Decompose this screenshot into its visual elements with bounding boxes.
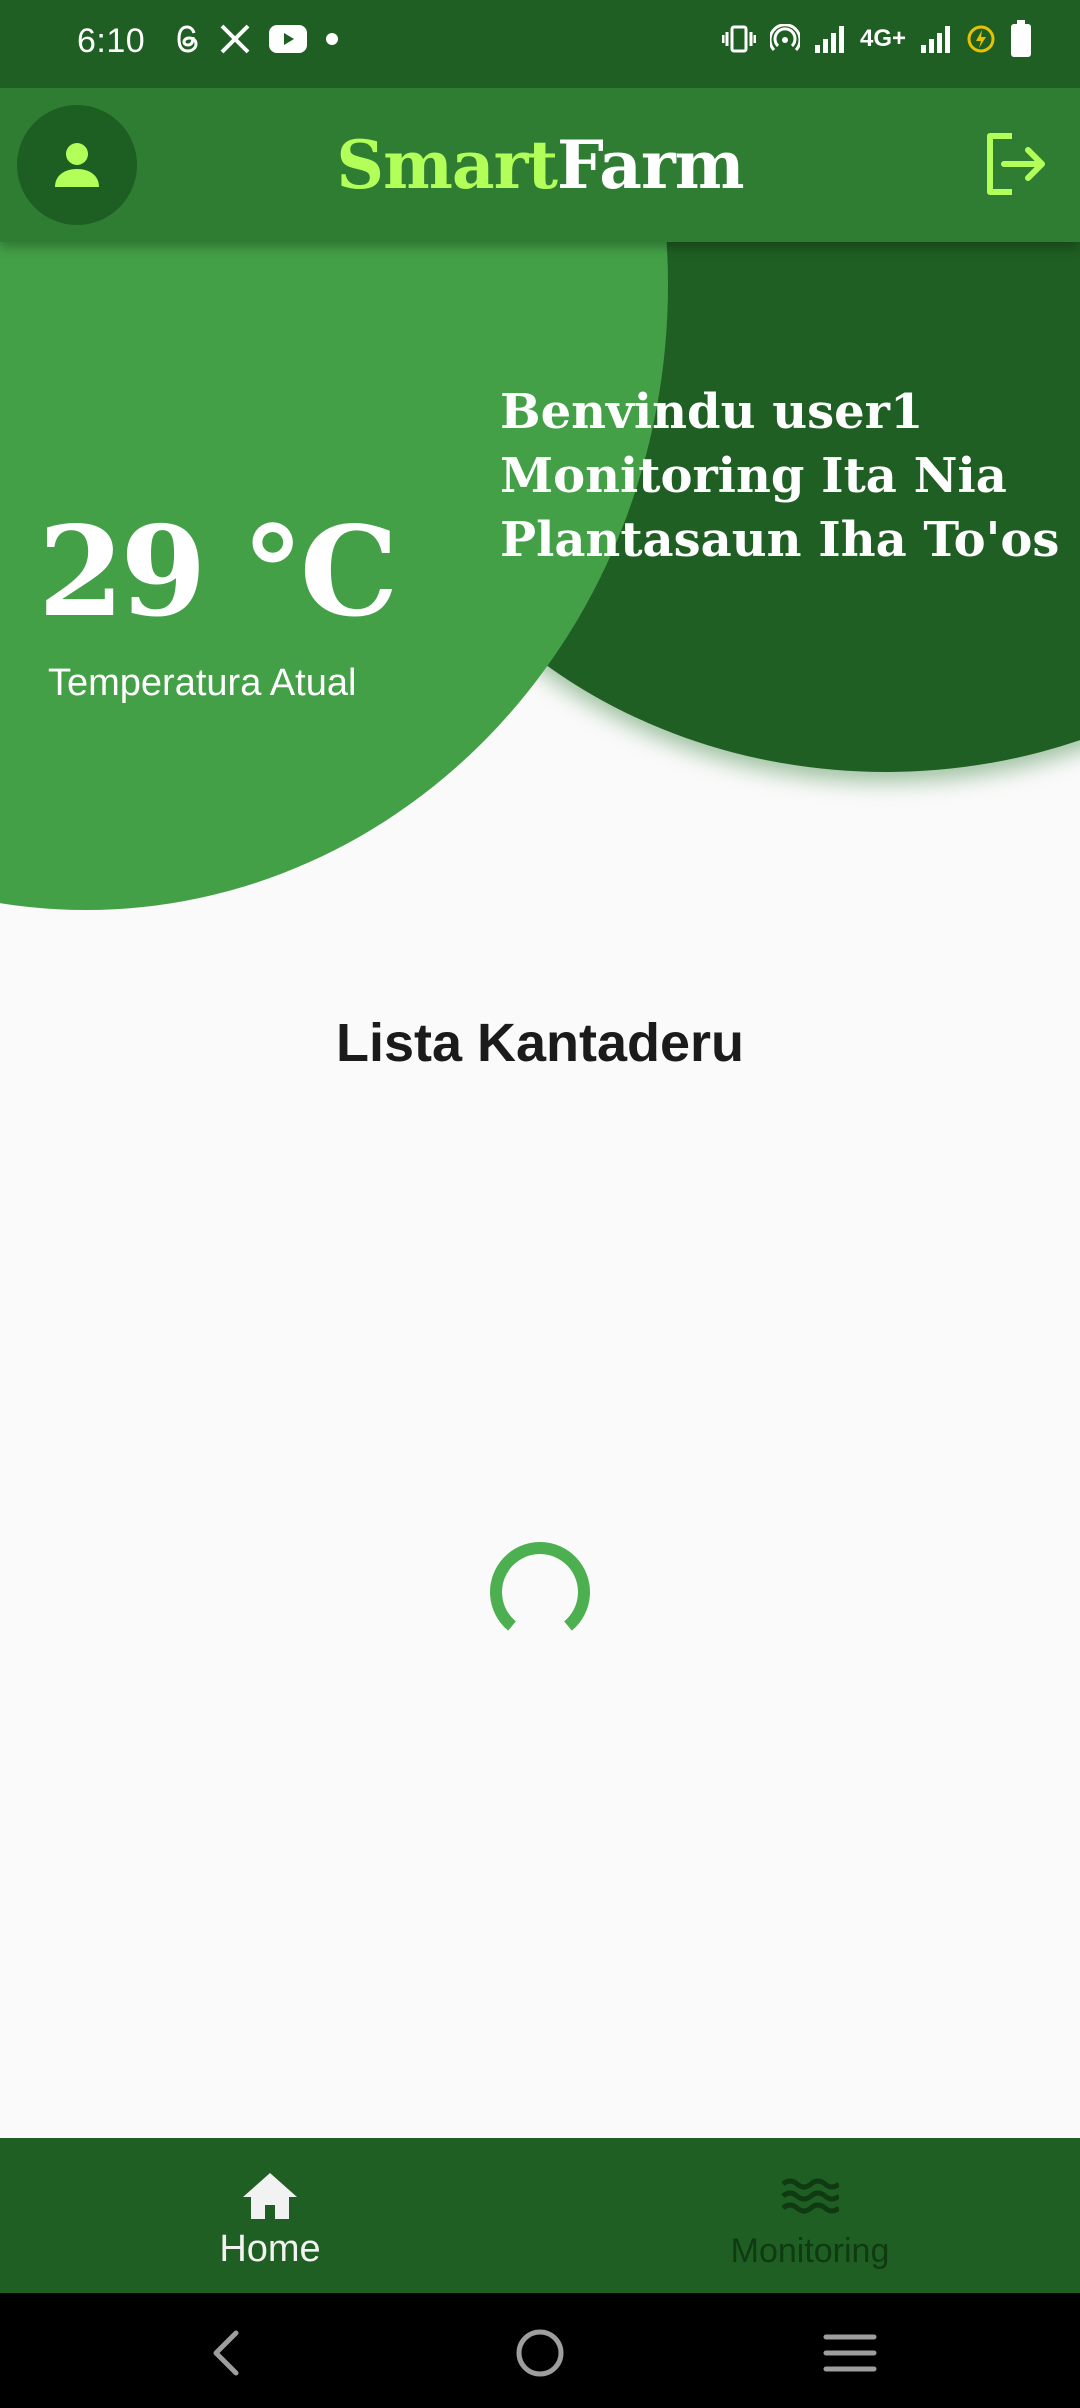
battery-icon [1011, 20, 1031, 57]
signal-icon [814, 26, 844, 53]
app-title-smart: Smart [336, 126, 558, 204]
temperature-value: 29 °C [38, 500, 398, 645]
welcome-line: Plantasaun Iha To'os [500, 512, 1060, 568]
nav-item-monitoring[interactable]: Monitoring [540, 2138, 1080, 2293]
system-navigation-bar [0, 2293, 1080, 2408]
app-title: SmartFarm [0, 126, 1080, 204]
welcome-message: Benvindu user1 Monitoring Ita Nia Planta… [500, 380, 1060, 572]
network-type: 4G+ [859, 25, 906, 52]
waves-icon [781, 2178, 839, 2214]
home-icon [243, 2173, 297, 2219]
nav-label-monitoring: Monitoring [730, 2232, 890, 2270]
notification-icons [175, 22, 339, 56]
nav-label-home: Home [219, 2228, 321, 2270]
welcome-line: Monitoring Ita Nia [500, 448, 1007, 504]
threads-icon [177, 25, 198, 53]
x-icon [220, 24, 250, 54]
vibrate-icon [721, 25, 756, 53]
app-bar: SmartFarm [0, 88, 1080, 242]
hotspot-icon [769, 24, 800, 52]
status-time: 6:10 [77, 22, 146, 60]
screen: 6:10 4G+ SmartFarm 29 °C Temperatura Atu… [0, 0, 1080, 2408]
home-circle-icon[interactable] [510, 2323, 570, 2383]
menu-icon[interactable] [820, 2323, 880, 2383]
loading-spinner-icon [490, 1542, 590, 1631]
battery-saver-icon [967, 25, 995, 53]
nav-item-home[interactable]: Home [0, 2138, 540, 2293]
back-icon[interactable] [198, 2323, 258, 2383]
dot-icon [326, 33, 338, 45]
welcome-line: Benvindu user1 [500, 384, 924, 440]
signal-icon [921, 26, 950, 53]
youtube-icon [269, 25, 307, 53]
system-status-icons: 4G+ [721, 20, 1032, 58]
logout-icon[interactable] [982, 130, 1050, 198]
app-title-farm: Farm [556, 126, 745, 204]
temperature-label: Temperatura Atual [48, 662, 357, 704]
bottom-navigation: Home Monitoring [0, 2138, 1080, 2293]
section-title: Lista Kantaderu [335, 1013, 745, 1073]
status-bar: 6:10 4G+ [0, 0, 1080, 88]
